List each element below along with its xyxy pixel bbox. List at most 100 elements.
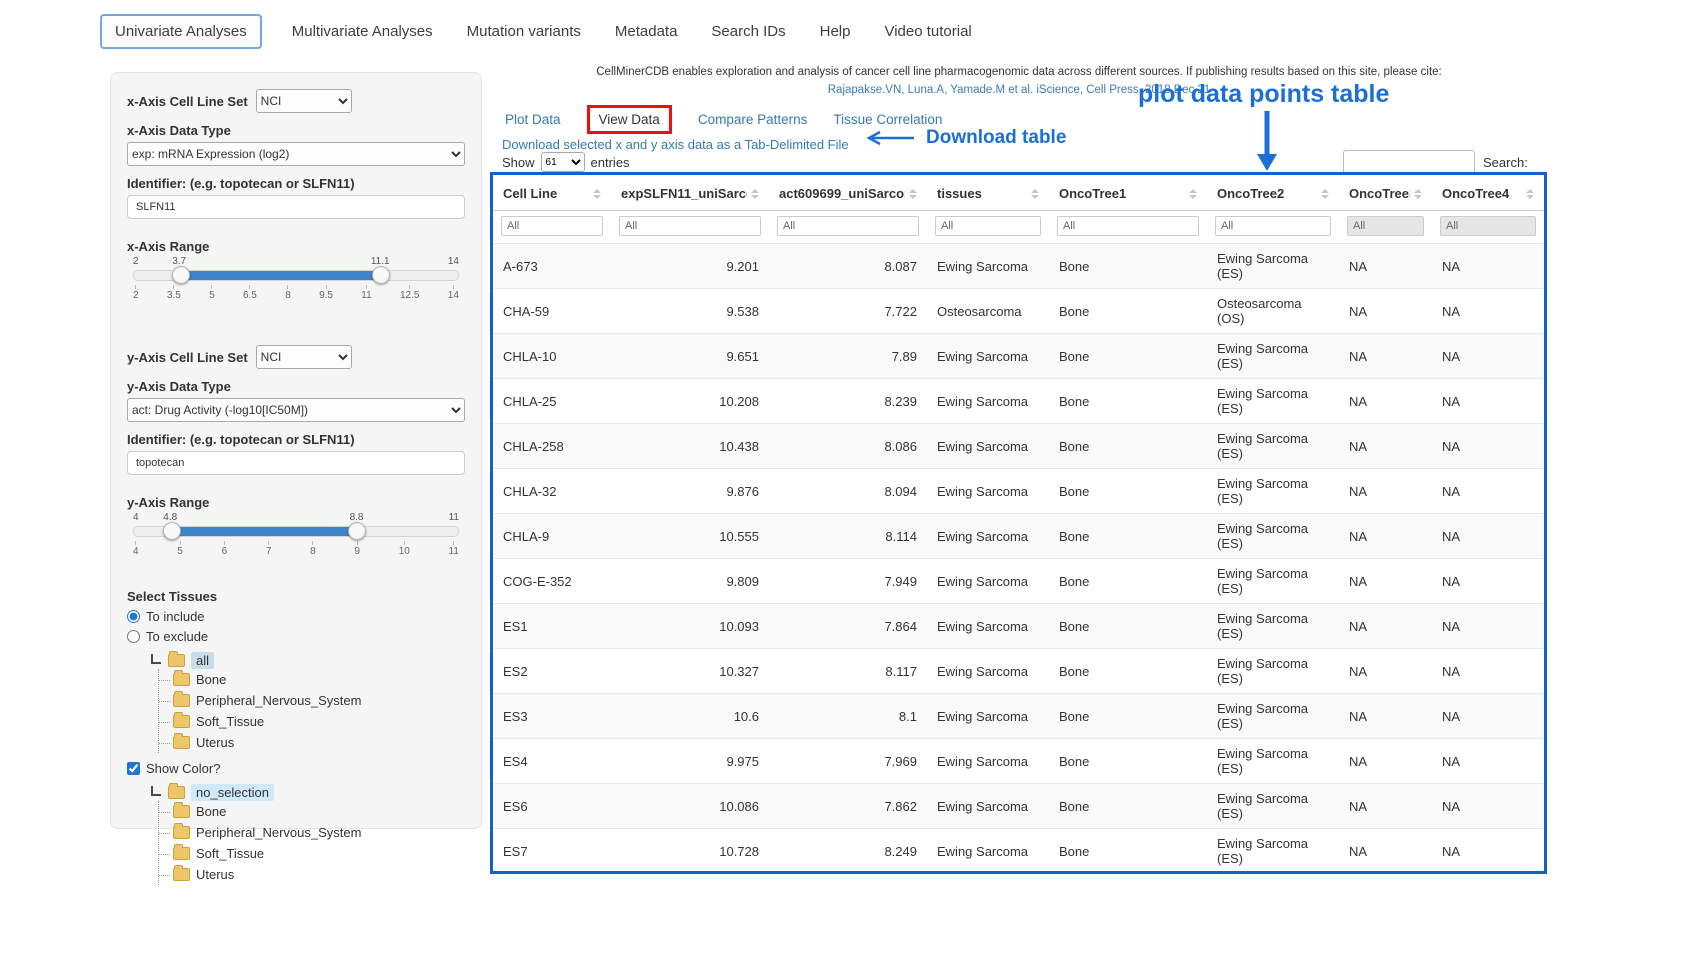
table-cell: NA	[1432, 334, 1544, 379]
x-identifier-input[interactable]	[127, 195, 465, 219]
tree-node-label[interactable]: Soft_Tissue	[196, 714, 264, 729]
nav-tab-search-ids[interactable]: Search IDs	[707, 15, 789, 48]
entries-control: Show 61 entries	[502, 152, 630, 172]
col-header-tissues[interactable]: tissues	[927, 175, 1049, 211]
table-row[interactable]: ES710.7288.249Ewing SarcomaBoneEwing Sar…	[493, 829, 1544, 874]
table-row[interactable]: ES49.9757.969Ewing SarcomaBoneEwing Sarc…	[493, 739, 1544, 784]
col-filter-oncotree3[interactable]	[1347, 216, 1424, 236]
y-range-slider[interactable]: 44.88.811 4567891011	[133, 512, 459, 557]
y-cell-line-set-select[interactable]: NCI	[256, 345, 352, 369]
col-filter-oncotree4[interactable]	[1440, 216, 1536, 236]
tissue-exclude-tree: no_selection Bone Peripheral_Nervous_Syste…	[151, 784, 465, 885]
y-data-type-select[interactable]: act: Drug Activity (-log10[IC50M])	[127, 398, 465, 422]
to-exclude-label[interactable]: To exclude	[146, 629, 208, 644]
col-filter-oncotree1[interactable]	[1057, 216, 1199, 236]
tree-node-uterus[interactable]: Uterus	[159, 732, 465, 753]
sort-icon[interactable]	[1189, 189, 1197, 199]
table-cell: NA	[1339, 334, 1432, 379]
table-row[interactable]: CHLA-329.8768.094Ewing SarcomaBoneEwing …	[493, 469, 1544, 514]
x-data-type-select[interactable]: exp: mRNA Expression (log2)	[127, 142, 465, 166]
table-row[interactable]: ES210.3278.117Ewing SarcomaBoneEwing Sar…	[493, 649, 1544, 694]
nav-tab-mutation-variants[interactable]: Mutation variants	[463, 15, 585, 48]
table-row[interactable]: A-6739.2018.087Ewing SarcomaBoneEwing Sa…	[493, 244, 1544, 289]
folder-icon	[173, 736, 190, 749]
tree-node-uterus[interactable]: Uterus	[159, 864, 465, 885]
col-filter-expslfn11_unisarcoma[interactable]	[619, 216, 761, 236]
download-tsv-link[interactable]: Download selected x and y axis data as a…	[502, 137, 849, 152]
table-row[interactable]: ES810.4498.121Ewing SarcomaBoneEwing Sar…	[493, 874, 1544, 875]
tree-node-label[interactable]: Peripheral_Nervous_System	[196, 825, 361, 840]
y-identifier-input[interactable]	[127, 451, 465, 475]
nav-tab-video-tutorial[interactable]: Video tutorial	[880, 15, 975, 48]
tree-node-soft_tissue[interactable]: Soft_Tissue	[159, 711, 465, 732]
result-tab-compare-patterns[interactable]: Compare Patterns	[698, 112, 808, 127]
tree-node-bone[interactable]: Bone	[159, 801, 465, 822]
result-tab-tissue-correlation[interactable]: Tissue Correlation	[833, 112, 942, 127]
search-input[interactable]	[1343, 150, 1475, 174]
tree-node-label[interactable]: Peripheral_Nervous_System	[196, 693, 361, 708]
tree-node-label[interactable]: Bone	[196, 672, 226, 687]
tree-node-soft_tissue[interactable]: Soft_Tissue	[159, 843, 465, 864]
table-row[interactable]: ES310.68.1Ewing SarcomaBoneEwing Sarcoma…	[493, 694, 1544, 739]
tree-root-node[interactable]: all	[151, 652, 465, 669]
col-header-oncotree1[interactable]: OncoTree1	[1049, 175, 1207, 211]
to-exclude-radio[interactable]	[127, 630, 140, 643]
nav-tab-univariate-analyses[interactable]: Univariate Analyses	[100, 14, 262, 49]
tree-node-label[interactable]: Soft_Tissue	[196, 846, 264, 861]
entries-select[interactable]: 61	[541, 152, 585, 172]
sort-icon[interactable]	[593, 189, 601, 199]
result-tab-view-data[interactable]: View Data	[599, 112, 660, 127]
to-include-radio[interactable]	[127, 610, 140, 623]
table-row[interactable]: CHLA-910.5558.114Ewing SarcomaBoneEwing …	[493, 514, 1544, 559]
tree-root-node[interactable]: no_selection	[151, 784, 465, 801]
x-cell-line-set-select[interactable]: NCI	[256, 89, 352, 113]
tree-node-label[interactable]: Uterus	[196, 735, 234, 750]
col-header-act609699_unisarcoma[interactable]: act609699_uniSarcoma	[769, 175, 927, 211]
sort-icon[interactable]	[1526, 189, 1534, 199]
sort-icon[interactable]	[909, 189, 917, 199]
col-header-oncotree2[interactable]: OncoTree2	[1207, 175, 1339, 211]
table-cell: Ewing Sarcoma	[927, 244, 1049, 289]
table-row[interactable]: COG-E-3529.8097.949Ewing SarcomaBoneEwin…	[493, 559, 1544, 604]
tree-root-label[interactable]: all	[191, 652, 214, 669]
tree-root-label[interactable]: no_selection	[191, 784, 274, 801]
table-cell: Ewing Sarcoma	[927, 829, 1049, 874]
tree-node-peripheral_nervous_system[interactable]: Peripheral_Nervous_System	[159, 690, 465, 711]
table-row[interactable]: ES110.0937.864Ewing SarcomaBoneEwing Sar…	[493, 604, 1544, 649]
col-header-oncotree3[interactable]: OncoTree3	[1339, 175, 1432, 211]
y-range-handle-high[interactable]	[348, 522, 366, 540]
result-tab-plot-data[interactable]: Plot Data	[505, 112, 561, 127]
col-filter-cell-line[interactable]	[501, 216, 603, 236]
show-color-label[interactable]: Show Color?	[146, 761, 220, 776]
col-header-expslfn11_unisarcoma[interactable]: expSLFN11_uniSarcoma	[611, 175, 769, 211]
folder-icon	[173, 847, 190, 860]
sort-icon[interactable]	[1414, 189, 1422, 199]
col-header-oncotree4[interactable]: OncoTree4	[1432, 175, 1544, 211]
tree-node-label[interactable]: Bone	[196, 804, 226, 819]
col-header-cell-line[interactable]: Cell Line	[493, 175, 611, 211]
x-range-handle-high[interactable]	[372, 266, 390, 284]
to-include-label[interactable]: To include	[146, 609, 205, 624]
col-filter-oncotree2[interactable]	[1215, 216, 1331, 236]
tree-node-peripheral_nervous_system[interactable]: Peripheral_Nervous_System	[159, 822, 465, 843]
sort-icon[interactable]	[1031, 189, 1039, 199]
table-cell: 9.651	[611, 334, 769, 379]
tree-node-label[interactable]: Uterus	[196, 867, 234, 882]
table-row[interactable]: CHLA-109.6517.89Ewing SarcomaBoneEwing S…	[493, 334, 1544, 379]
col-filter-act609699_unisarcoma[interactable]	[777, 216, 919, 236]
nav-tab-metadata[interactable]: Metadata	[611, 15, 682, 48]
tree-node-bone[interactable]: Bone	[159, 669, 465, 690]
nav-tab-multivariate-analyses[interactable]: Multivariate Analyses	[288, 15, 437, 48]
sort-icon[interactable]	[1321, 189, 1329, 199]
table-row[interactable]: CHLA-25810.4388.086Ewing SarcomaBoneEwin…	[493, 424, 1544, 469]
y-range-handle-low[interactable]	[163, 522, 181, 540]
x-range-slider[interactable]: 23.711.114 23.556.589.51112.514	[133, 256, 459, 301]
x-range-handle-low[interactable]	[172, 266, 190, 284]
table-row[interactable]: ES610.0867.862Ewing SarcomaBoneEwing Sar…	[493, 784, 1544, 829]
sort-icon[interactable]	[751, 189, 759, 199]
show-color-checkbox[interactable]	[127, 762, 140, 775]
table-row[interactable]: CHLA-2510.2088.239Ewing SarcomaBoneEwing…	[493, 379, 1544, 424]
col-filter-tissues[interactable]	[935, 216, 1041, 236]
table-row[interactable]: CHA-599.5387.722OsteosarcomaBoneOsteosar…	[493, 289, 1544, 334]
nav-tab-help[interactable]: Help	[816, 15, 855, 48]
